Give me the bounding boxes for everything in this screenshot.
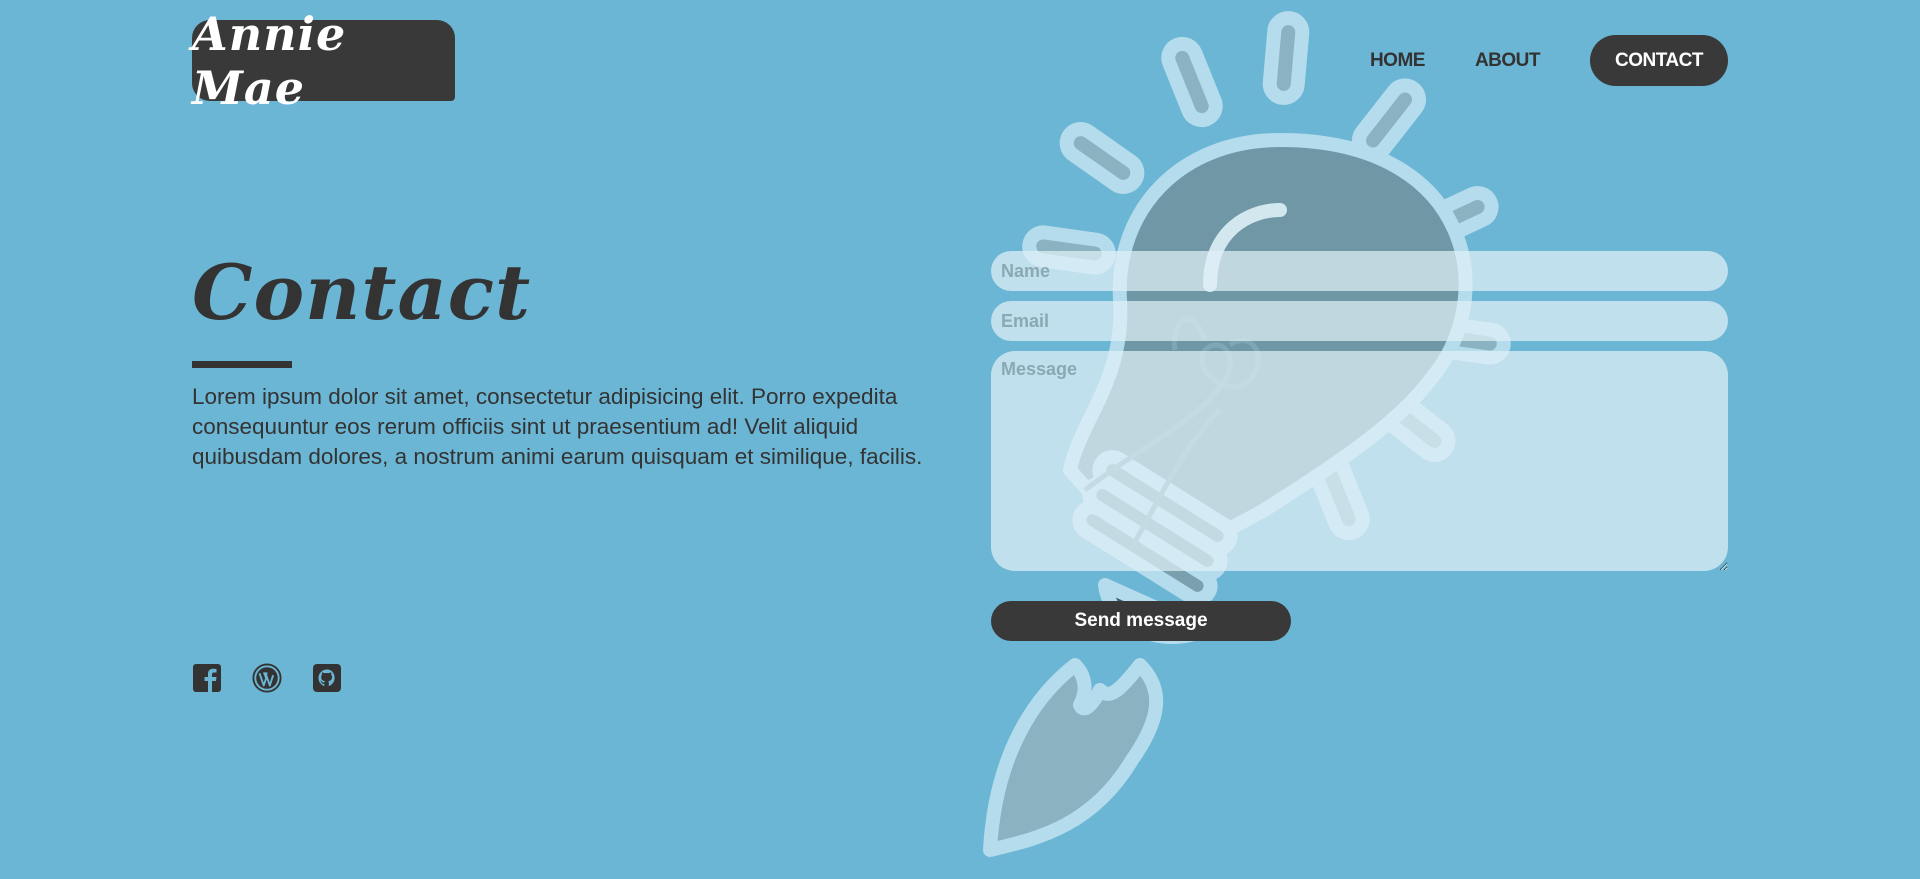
main-nav: HOME ABOUT CONTACT: [1370, 35, 1728, 86]
facebook-link[interactable]: [192, 663, 222, 693]
intro-paragraph: Lorem ipsum dolor sit amet, consectetur …: [192, 384, 923, 469]
brand-logo[interactable]: Annie Mae: [192, 7, 455, 115]
wordpress-link[interactable]: [252, 663, 282, 693]
social-links: [192, 663, 342, 693]
logo-text: Annie Mae: [192, 6, 347, 115]
github-link[interactable]: [312, 663, 342, 693]
wordpress-icon: [252, 663, 282, 693]
nav-about-link[interactable]: ABOUT: [1475, 50, 1541, 72]
name-input[interactable]: [991, 251, 1728, 291]
email-input[interactable]: [991, 301, 1728, 341]
contact-form: Send message: [991, 251, 1728, 641]
page-title: Contact: [192, 248, 532, 337]
facebook-icon: [193, 664, 221, 692]
send-message-button[interactable]: Send message: [991, 601, 1291, 641]
github-icon: [313, 664, 341, 692]
title-underline: [192, 361, 292, 368]
contact-intro: Contact Lorem ipsum dolor sit amet, cons…: [192, 255, 932, 495]
site-header: Annie Mae HOME ABOUT CONTACT: [0, 0, 1920, 115]
nav-home-link[interactable]: HOME: [1370, 50, 1426, 72]
nav-contact-button[interactable]: CONTACT: [1590, 35, 1728, 86]
message-textarea[interactable]: [991, 351, 1728, 571]
